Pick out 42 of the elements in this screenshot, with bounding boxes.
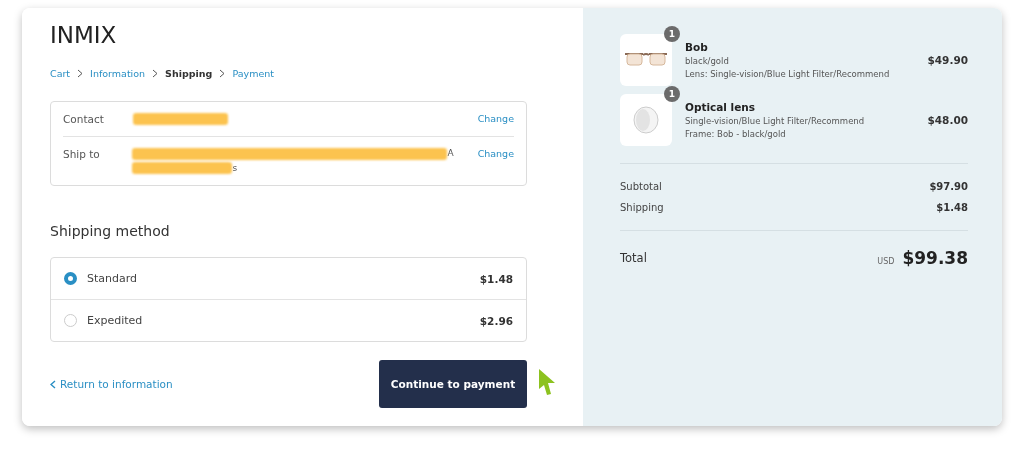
option-label: Expedited: [87, 314, 144, 327]
section-title: Shipping method: [50, 223, 171, 239]
total-label: Total: [620, 251, 647, 265]
product-price: $48.00: [927, 114, 968, 126]
total-value: $99.38: [902, 248, 968, 268]
summary-value: $97.90: [929, 181, 968, 192]
review-label: Ship to: [63, 148, 101, 160]
change-link[interactable]: Change: [477, 113, 514, 124]
product-detail: Frame: Bob - black/gold: [685, 129, 787, 139]
quantity-badge: 1: [664, 86, 680, 102]
review-label: Contact: [63, 113, 105, 125]
address-fragment: s: [232, 163, 238, 173]
address-fragment: A: [447, 148, 454, 158]
breadcrumb-link[interactable]: Information: [90, 68, 146, 79]
currency-code: USD: [877, 257, 895, 266]
product-detail: black/gold: [685, 56, 730, 66]
summary-label: Subtotal: [620, 181, 662, 192]
lens-icon: [633, 106, 659, 134]
product-name: Bob: [685, 41, 709, 53]
product-detail: Single-vision/Blue Light Filter/Recommend: [685, 116, 866, 126]
chevron-left-icon: [50, 379, 56, 389]
radio-button[interactable]: [64, 272, 77, 285]
option-label: Standard: [87, 272, 139, 285]
breadcrumb-link[interactable]: Payment: [232, 68, 274, 79]
chevron-right-icon: [152, 69, 159, 78]
product-price: $49.90: [927, 54, 968, 66]
breadcrumb-link[interactable]: Shipping: [165, 68, 213, 79]
chevron-right-icon: [77, 69, 84, 78]
radio-button[interactable]: [64, 314, 77, 327]
summary-label: Shipping: [620, 202, 664, 213]
cursor-icon: [538, 368, 556, 396]
quantity-badge: 1: [664, 26, 680, 42]
product-detail: Lens: Single-vision/Blue Light Filter/Recommend: [685, 69, 891, 79]
brand-logo: INMIX: [50, 22, 118, 50]
chevron-right-icon: [219, 69, 226, 78]
option-price: $1.48: [479, 272, 513, 285]
option-price: $2.96: [479, 314, 513, 327]
breadcrumb-link[interactable]: Cart: [50, 68, 71, 79]
product-name: Optical lens: [685, 101, 757, 113]
summary-value: $1.48: [936, 202, 968, 213]
change-link[interactable]: Change: [477, 148, 514, 159]
continue-button[interactable]: Continue to payment: [379, 360, 527, 408]
